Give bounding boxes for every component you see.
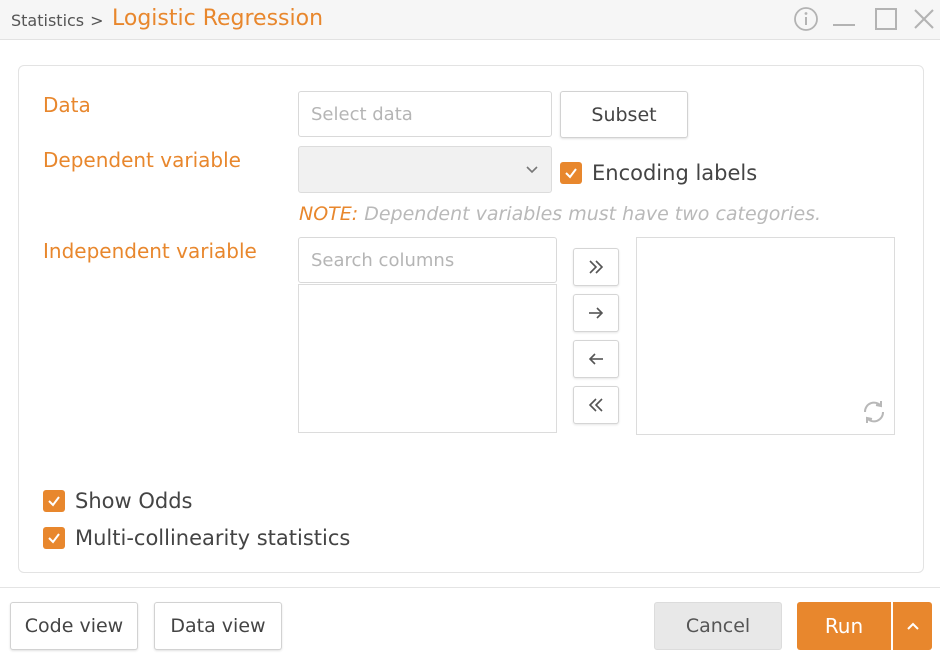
show-odds-checkbox[interactable]: Show Odds bbox=[43, 489, 192, 513]
move-all-left-button[interactable] bbox=[573, 386, 619, 424]
run-button[interactable]: Run bbox=[797, 602, 891, 650]
search-columns-input[interactable] bbox=[298, 237, 557, 283]
checkbox-checked-icon bbox=[43, 527, 65, 549]
maximize-icon[interactable] bbox=[872, 5, 900, 33]
code-view-button[interactable]: Code view bbox=[10, 602, 138, 650]
chevron-up-icon bbox=[906, 622, 919, 630]
dependent-variable-select[interactable] bbox=[298, 146, 552, 193]
refresh-icon[interactable] bbox=[860, 398, 888, 426]
page-title: Logistic Regression bbox=[112, 6, 324, 31]
subset-button[interactable]: Subset bbox=[560, 91, 688, 138]
move-right-icon bbox=[589, 307, 604, 319]
checkbox-checked-icon bbox=[560, 162, 582, 184]
chevron-down-icon bbox=[526, 166, 538, 174]
minimize-icon[interactable] bbox=[830, 5, 858, 33]
note-key: NOTE: bbox=[299, 203, 359, 225]
encoding-labels-text: Encoding labels bbox=[592, 161, 758, 185]
independent-variable-label: Independent variable bbox=[43, 239, 257, 263]
data-input[interactable] bbox=[298, 91, 552, 137]
note-text: Dependent variables must have two catego… bbox=[364, 203, 822, 225]
move-left-icon bbox=[588, 353, 603, 365]
selected-columns-list[interactable] bbox=[636, 237, 895, 435]
breadcrumb-statistics[interactable]: Statistics bbox=[11, 11, 84, 30]
close-icon[interactable] bbox=[910, 5, 938, 33]
info-icon[interactable] bbox=[792, 5, 820, 33]
encoding-labels-checkbox[interactable]: Encoding labels bbox=[560, 161, 757, 185]
checkbox-checked-icon bbox=[43, 490, 65, 512]
data-view-button[interactable]: Data view bbox=[154, 602, 282, 650]
breadcrumb: Statistics > bbox=[11, 11, 108, 30]
title-bar: Statistics > Logistic Regression bbox=[0, 0, 940, 40]
move-left-button[interactable] bbox=[573, 340, 619, 378]
footer-divider bbox=[0, 587, 940, 588]
move-all-left-icon bbox=[588, 398, 603, 412]
show-odds-text: Show Odds bbox=[75, 489, 193, 513]
cancel-button[interactable]: Cancel bbox=[654, 602, 782, 650]
available-columns-list[interactable] bbox=[298, 284, 557, 433]
multicollinearity-text: Multi-collinearity statistics bbox=[75, 526, 351, 550]
data-label: Data bbox=[43, 93, 91, 117]
move-all-right-button[interactable] bbox=[573, 248, 619, 286]
run-options-button[interactable] bbox=[893, 602, 932, 650]
dependent-variable-label: Dependent variable bbox=[43, 148, 241, 172]
multicollinearity-checkbox[interactable]: Multi-collinearity statistics bbox=[43, 526, 350, 550]
move-right-button[interactable] bbox=[573, 294, 619, 332]
breadcrumb-separator: > bbox=[90, 11, 104, 30]
dependent-variable-note: NOTE: Dependent variables must have two … bbox=[299, 203, 821, 225]
move-all-right-icon bbox=[589, 260, 604, 274]
